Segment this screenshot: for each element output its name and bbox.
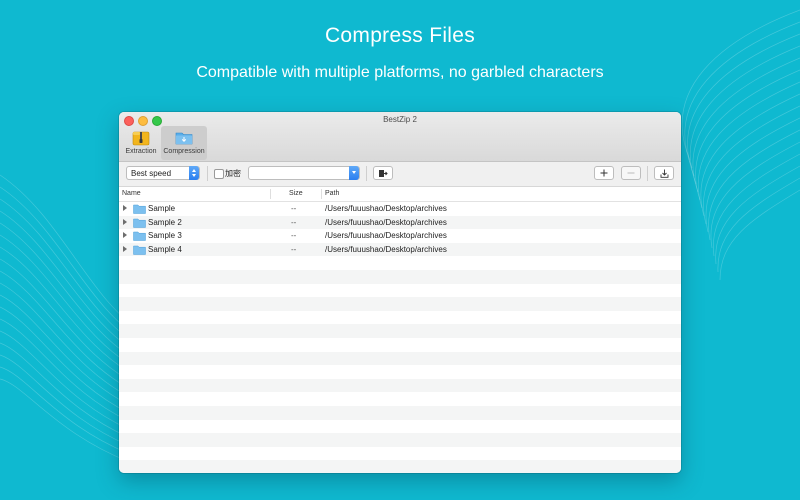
select-stepper-icon (189, 166, 199, 180)
remove-file-button[interactable] (621, 166, 641, 180)
compress-folder-icon (175, 132, 193, 145)
disclosure-triangle-icon[interactable] (123, 218, 127, 225)
add-file-button[interactable] (594, 166, 614, 180)
empty-row (119, 269, 681, 284)
row-name: Sample (148, 204, 176, 213)
disclosure-triangle-icon[interactable] (123, 232, 127, 239)
row-size: -- (291, 244, 297, 254)
empty-row (119, 392, 681, 406)
folder-icon (133, 245, 146, 255)
options-bar: Best speed 加密 (119, 162, 681, 187)
column-header-path[interactable]: Path (325, 190, 339, 197)
minus-icon (627, 172, 635, 174)
column-header-size[interactable]: Size (289, 190, 303, 197)
password-combo-box[interactable] (248, 166, 360, 180)
divider (207, 166, 208, 181)
column-divider[interactable] (270, 189, 271, 199)
compression-speed-value: Best speed (131, 169, 172, 178)
row-name: Sample 2 (148, 217, 182, 227)
empty-row (119, 256, 681, 270)
disclosure-triangle-icon[interactable] (123, 205, 127, 211)
hero-subtitle: Compatible with multiple platforms, no g… (196, 64, 604, 81)
table-header: Name Size Path (119, 187, 681, 202)
compression-speed-select[interactable]: Best speed (126, 166, 200, 180)
empty-row (119, 351, 681, 366)
empty-row (119, 324, 681, 338)
table-row[interactable]: Sample -- /Users/fuuushao/Desktop/archiv… (119, 202, 681, 216)
toolbar-compression-button[interactable]: Compression (161, 126, 207, 160)
row-path: /Users/fuuushao/Desktop/archives (325, 231, 447, 241)
empty-row (119, 284, 681, 298)
empty-row (119, 420, 681, 434)
divider (647, 166, 648, 181)
export-icon (379, 170, 388, 177)
compress-save-button[interactable] (654, 166, 674, 180)
table-row[interactable]: Sample 4 -- /Users/fuuushao/Desktop/arch… (119, 242, 681, 257)
toolbar-compression-label: Compression (163, 148, 205, 155)
encrypt-label: 加密 (225, 169, 241, 178)
download-tray-icon (660, 169, 668, 178)
title-bar: BestZip 2 Extraction Compression (119, 112, 681, 162)
toolbar-extraction-label: Extraction (125, 148, 157, 155)
chevron-down-icon[interactable] (349, 166, 359, 180)
row-name: Sample 3 (148, 231, 182, 241)
app-window: BestZip 2 Extraction Compression Best sp… (119, 112, 681, 473)
disclosure-triangle-icon[interactable] (123, 245, 127, 252)
column-divider[interactable] (321, 189, 322, 199)
plus-icon (600, 169, 608, 177)
empty-row (119, 405, 681, 420)
folder-icon (133, 231, 146, 241)
row-size: -- (291, 204, 297, 213)
row-path: /Users/fuuushao/Desktop/archives (325, 244, 447, 254)
folder-icon (133, 204, 146, 214)
row-name: Sample 4 (148, 244, 182, 254)
empty-row (119, 447, 681, 461)
row-size: -- (291, 231, 297, 241)
column-header-name[interactable]: Name (122, 190, 141, 197)
empty-row (119, 365, 681, 379)
divider (366, 166, 367, 181)
row-path: /Users/fuuushao/Desktop/archives (325, 217, 447, 227)
encrypt-checkbox[interactable] (214, 169, 224, 179)
apply-button[interactable] (373, 166, 393, 180)
empty-row (119, 297, 681, 311)
table-row[interactable]: Sample 2 -- /Users/fuuushao/Desktop/arch… (119, 215, 681, 230)
empty-row (119, 433, 681, 447)
window-title: BestZip 2 (383, 115, 417, 124)
empty-row (119, 460, 681, 473)
file-list: Sample -- /Users/fuuushao/Desktop/archiv… (119, 202, 681, 473)
empty-row (119, 378, 681, 393)
hero-title: Compress Files (324, 24, 476, 47)
empty-row (119, 338, 681, 352)
toolbar-extraction-button[interactable]: Extraction (122, 126, 160, 160)
zip-archive-icon (132, 131, 150, 146)
table-row[interactable]: Sample 3 -- /Users/fuuushao/Desktop/arch… (119, 229, 681, 243)
folder-icon (133, 218, 146, 228)
empty-row (119, 311, 681, 325)
row-size: -- (291, 217, 297, 227)
row-path: /Users/fuuushao/Desktop/archives (325, 204, 447, 213)
